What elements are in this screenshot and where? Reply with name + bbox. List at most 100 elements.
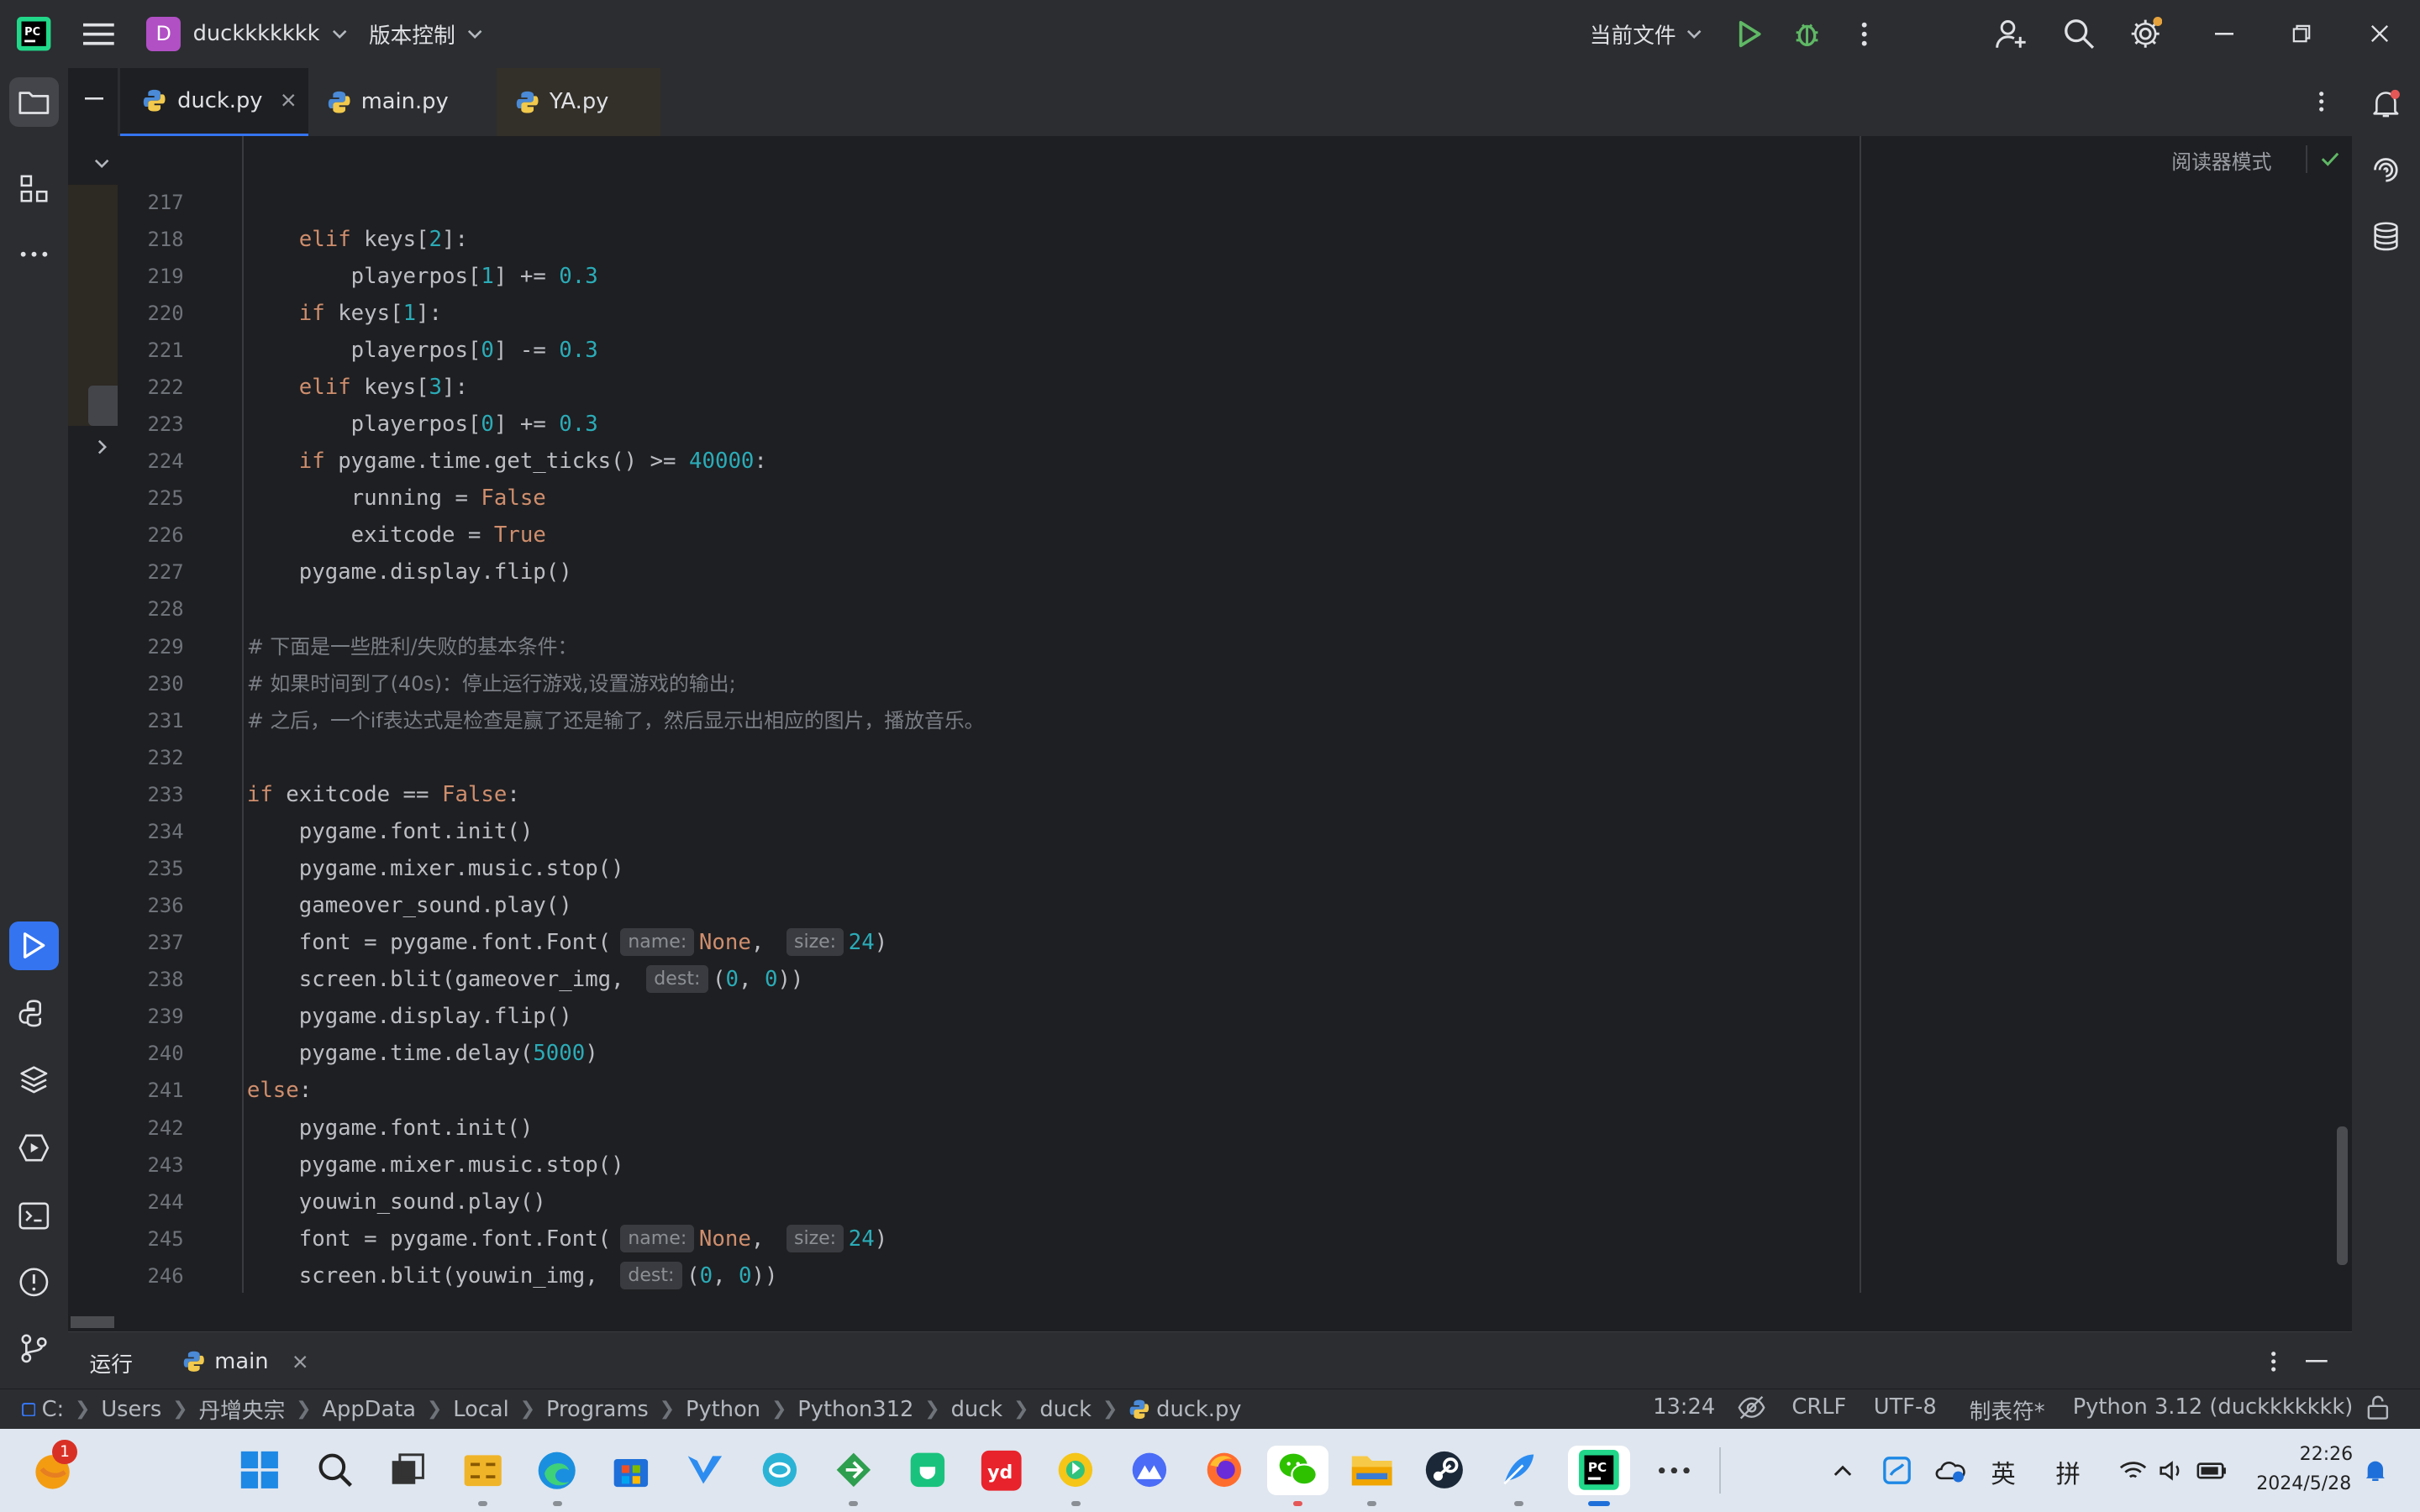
main-menu-icon[interactable]: [81, 15, 118, 52]
run-config-selector[interactable]: 当前文件: [1590, 17, 1702, 50]
tree-selected-row[interactable]: [87, 386, 118, 426]
windows-start-icon[interactable]: [234, 1446, 284, 1495]
file-encoding[interactable]: UTF-8: [1874, 1394, 1937, 1420]
indent-setting[interactable]: 制表符*: [1970, 1394, 2045, 1425]
more-tools-icon[interactable]: [9, 230, 59, 280]
app-arrows-icon[interactable]: [829, 1446, 878, 1506]
breadcrumb-item[interactable]: duck: [951, 1397, 1003, 1422]
git-branch-icon[interactable]: [9, 1324, 59, 1373]
breadcrumb-item[interactable]: AppData: [322, 1397, 416, 1422]
run-icon[interactable]: [1732, 15, 1769, 52]
code-editor[interactable]: 阅读器模式 217 elif keys[2]: 218 playerpos[1]…: [118, 135, 2353, 1294]
hide-panel-icon[interactable]: [2302, 1347, 2333, 1375]
horizontal-scroll-thumb[interactable]: [71, 1315, 114, 1329]
notification-bell-icon[interactable]: [2358, 1446, 2391, 1495]
pycharm-taskbar-icon[interactable]: PC: [1568, 1445, 1630, 1506]
breadcrumb-item[interactable]: Python312: [797, 1397, 913, 1422]
lock-open-icon[interactable]: [2367, 1395, 2389, 1420]
microsoft-store-icon[interactable]: [607, 1446, 656, 1495]
tray-app-icon[interactable]: [1876, 1446, 1918, 1495]
line-separator[interactable]: CRLF: [1791, 1394, 1846, 1420]
music-app-icon[interactable]: [1051, 1446, 1101, 1506]
project-folder-icon[interactable]: [9, 76, 59, 127]
breadcrumb-item[interactable]: Programs: [546, 1397, 649, 1422]
run-tool-icon[interactable]: [9, 921, 59, 971]
tab-duck-py[interactable]: duck.py: [120, 67, 309, 136]
tab-ya-py[interactable]: YA.py: [497, 67, 661, 136]
edge-browser-icon[interactable]: [533, 1446, 582, 1506]
notifications-bell-icon[interactable]: [2361, 79, 2411, 129]
app-green-icon[interactable]: [902, 1446, 952, 1495]
clock-date[interactable]: 2024/5/28: [2256, 1473, 2351, 1494]
youdao-icon[interactable]: yd: [977, 1446, 1027, 1495]
app-v-icon[interactable]: [681, 1446, 730, 1495]
taskbar-search-icon[interactable]: [310, 1446, 360, 1495]
wechat-icon[interactable]: [1266, 1445, 1329, 1506]
app-globe-icon[interactable]: [755, 1446, 804, 1495]
running-indicator: [478, 1501, 488, 1506]
file-explorer-icon[interactable]: [1347, 1446, 1397, 1506]
chevron-right-icon[interactable]: [90, 435, 114, 459]
panel-options-icon[interactable]: [2258, 1347, 2289, 1375]
collapse-panel-icon[interactable]: [81, 83, 108, 114]
code-line: 224 running = False: [147, 449, 546, 512]
app-mountain-icon[interactable]: [1125, 1446, 1175, 1495]
problems-icon[interactable]: [9, 1257, 59, 1307]
python-interpreter[interactable]: Python 3.12 (duckkkkkkk): [2073, 1394, 2354, 1420]
restore-icon[interactable]: [2284, 15, 2317, 52]
run-tab-main[interactable]: main: [182, 1343, 308, 1380]
add-user-icon[interactable]: [1991, 14, 2031, 55]
settings-gear-icon[interactable]: [2125, 14, 2165, 55]
tab-main-py[interactable]: main.py: [308, 67, 497, 136]
task-view-icon[interactable]: [383, 1446, 433, 1495]
terminal-icon[interactable]: [9, 1191, 59, 1241]
python-console-icon[interactable]: [9, 989, 59, 1038]
more-apps-icon[interactable]: [1649, 1446, 1699, 1495]
close-icon[interactable]: [2363, 15, 2396, 52]
svg-text:yd: yd: [987, 1462, 1013, 1483]
inspection-off-icon[interactable]: [1738, 1395, 1765, 1420]
app-feather-icon[interactable]: [1494, 1446, 1544, 1506]
volume-icon[interactable]: [2150, 1446, 2193, 1495]
battery-icon[interactable]: [2190, 1446, 2233, 1495]
weather-widget-icon[interactable]: 1: [28, 1439, 77, 1495]
breadcrumb-item[interactable]: duck: [1039, 1397, 1092, 1422]
close-tab-icon[interactable]: [281, 93, 296, 108]
active-indicator: [1587, 1501, 1610, 1506]
breadcrumb-item[interactable]: duck.py: [1156, 1397, 1241, 1422]
more-actions-icon[interactable]: [1846, 15, 1883, 52]
ai-assistant-icon[interactable]: [2361, 145, 2411, 195]
clock-time[interactable]: 22:26: [2300, 1444, 2354, 1465]
caret-position[interactable]: 13:24: [1653, 1394, 1715, 1420]
structure-icon[interactable]: [9, 164, 59, 213]
tab-options-icon[interactable]: [2306, 87, 2337, 118]
code-line: 222 playerpos[0] += 0.3: [147, 375, 598, 438]
debug-icon[interactable]: [1789, 15, 1826, 52]
breadcrumb-item[interactable]: Local: [453, 1397, 509, 1422]
code-line: 241 pygame.font.init(): [147, 1079, 534, 1141]
firefox-icon[interactable]: [1199, 1446, 1249, 1495]
pycharm-logo-icon[interactable]: PC: [15, 15, 52, 52]
ime-language-indicator[interactable]: 英: [1991, 1455, 2015, 1490]
breadcrumb-item[interactable]: C:: [42, 1397, 65, 1422]
chevron-down-icon[interactable]: [90, 151, 114, 176]
wifi-icon[interactable]: [2112, 1446, 2154, 1495]
chevron-up-icon[interactable]: [1821, 1446, 1864, 1495]
breadcrumb-item[interactable]: 丹增央宗: [198, 1394, 285, 1425]
breadcrumb-item[interactable]: Users: [101, 1397, 161, 1422]
chevron-down-icon: [1686, 29, 1702, 39]
steam-icon[interactable]: [1420, 1446, 1470, 1495]
services-icon[interactable]: [9, 1123, 59, 1173]
search-icon[interactable]: [2059, 14, 2099, 55]
onedrive-info-icon[interactable]: [1929, 1446, 1972, 1495]
database-icon[interactable]: [2361, 212, 2411, 261]
breadcrumb-item[interactable]: Python: [686, 1397, 760, 1422]
python-packages-icon[interactable]: [9, 1055, 59, 1105]
file-tool-icon[interactable]: [458, 1446, 508, 1506]
vcs-menu[interactable]: 版本控制: [369, 17, 483, 50]
ime-mode-indicator[interactable]: 拼: [2055, 1455, 2080, 1490]
code-line: 219 if keys[1]:: [147, 264, 443, 326]
project-selector[interactable]: D duckkkkkkk: [146, 17, 347, 51]
minimize-icon[interactable]: [2207, 15, 2240, 52]
close-tab-icon[interactable]: [293, 1355, 308, 1369]
